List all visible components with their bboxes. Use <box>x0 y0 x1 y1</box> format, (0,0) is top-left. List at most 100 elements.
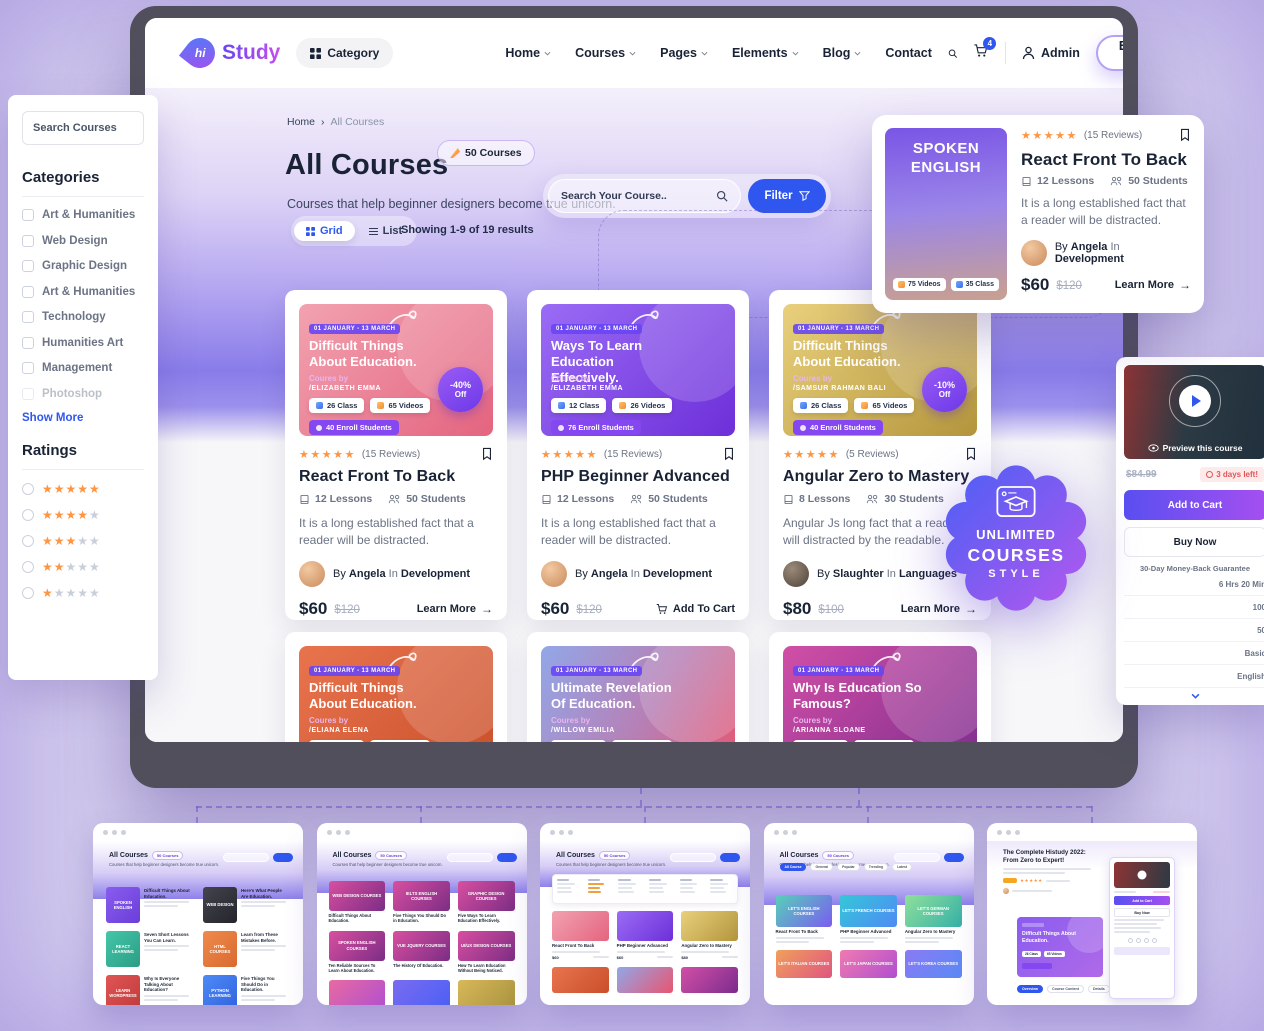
add-to-cart-link[interactable]: Add To Cart <box>656 603 735 615</box>
mini-search-input[interactable] <box>223 853 269 862</box>
mini-tab[interactable]: Details <box>1088 985 1110 993</box>
mini-add-to-cart[interactable]: Add to Cart <box>1114 896 1170 905</box>
mini-course-row[interactable]: REACT LEARNING Seven Short Lessons You C… <box>106 931 193 967</box>
expand-button[interactable] <box>1124 693 1264 699</box>
course-poster[interactable]: 01 JANUARY - 13 MARCH Difficult Things A… <box>299 304 493 436</box>
learn-more-link[interactable]: Learn More→ <box>417 602 493 616</box>
page-thumbnail-1[interactable]: All Courses 50 Courses Courses that help… <box>93 823 303 1005</box>
rating-filter-3[interactable]: ★★★★★ <box>22 534 144 548</box>
mini-filter-pill[interactable]: General <box>810 863 833 871</box>
category-checkbox[interactable]: Humanities Art <box>22 337 144 349</box>
mini-course-cell[interactable]: LET'S FRENCH COURSES PHP Beginner Advanc… <box>840 895 897 943</box>
mini-course-row[interactable]: HTML COURSES Learn from These Mistakes B… <box>203 931 290 967</box>
mini-course-cell[interactable] <box>393 980 450 1005</box>
nav-elements[interactable]: Elements <box>732 46 799 60</box>
rating-filter-2[interactable]: ★★★★★ <box>22 560 144 574</box>
page-thumbnail-3[interactable]: All Courses 50 Courses Courses that help… <box>540 823 750 1005</box>
course-title[interactable]: PHP Beginner Advanced <box>541 468 735 486</box>
category-checkbox[interactable]: Art & Humanities <box>22 209 144 221</box>
category-checkbox[interactable]: Technology <box>22 311 144 323</box>
sidebar-search-input[interactable]: Search Courses <box>22 111 144 145</box>
rating-filter-4[interactable]: ★★★★★ <box>22 508 144 522</box>
add-to-cart-button[interactable]: Add to Cart <box>1124 490 1264 520</box>
mini-course-cell[interactable] <box>458 980 515 1005</box>
course-poster[interactable]: 01 JANUARY - 13 MARCH Ultimate Revelatio… <box>541 646 735 742</box>
course-card-4[interactable]: 01 JANUARY - 13 MARCH Difficult Things A… <box>285 632 507 742</box>
bookmark-icon[interactable] <box>723 447 735 461</box>
mini-filter-button[interactable] <box>273 853 293 862</box>
play-button[interactable] <box>1179 385 1211 417</box>
mini-search-input[interactable] <box>447 853 493 862</box>
nav-blog[interactable]: Blog <box>823 46 862 60</box>
mini-course-cell[interactable]: GRAPHIC DESIGN COURSES Five Ways To Lear… <box>458 881 515 924</box>
learn-more-link[interactable]: Learn More→ <box>1115 278 1191 292</box>
category-checkbox[interactable]: Management <box>22 362 144 374</box>
mini-course-cell[interactable]: WEB DESIGN COURSES Difficult Things Abou… <box>329 881 386 924</box>
show-more-link[interactable]: Show More <box>22 412 83 424</box>
mini-course-row[interactable]: PYTHON LEARNING Five Things You Should D… <box>203 975 290 1005</box>
mini-course-row[interactable]: SPOKEN ENGLISH Difficult Things About Ed… <box>106 887 193 923</box>
mini-course-cell[interactable]: UI/UX DESIGN COURSES How To Learn Educat… <box>458 931 515 974</box>
course-poster[interactable]: 01 JANUARY - 13 MARCH Difficult Things A… <box>783 304 977 436</box>
mini-filter-pill[interactable]: All Course <box>780 863 807 871</box>
course-title[interactable]: React Front To Back <box>1021 150 1191 170</box>
rating-filter-1[interactable]: ★★★★★ <box>22 586 144 600</box>
nav-courses[interactable]: Courses <box>575 46 636 60</box>
category-checkbox[interactable]: Art & Humanities <box>22 286 144 298</box>
category-checkbox[interactable]: Photoshop <box>22 388 144 400</box>
nav-pages[interactable]: Pages <box>660 46 708 60</box>
category-checkbox[interactable]: Graphic Design <box>22 260 144 272</box>
mini-tab[interactable]: Course Content <box>1047 985 1084 993</box>
course-poster[interactable]: 01 JANUARY - 13 MARCH Why Is Education S… <box>783 646 977 742</box>
logo[interactable]: hi Study <box>185 38 280 68</box>
mini-filter-pill[interactable]: Trending <box>864 863 888 871</box>
rating-filter-5[interactable]: ★★★★★ <box>22 482 144 496</box>
mini-course-cell[interactable]: IELTS ENGLISH COURSES Five Things You Sh… <box>393 881 450 924</box>
bookmark-icon[interactable] <box>481 447 493 461</box>
mini-course-cell[interactable]: LET'S GERMAN COURSES Angular Zero to Mas… <box>905 895 962 943</box>
mini-buy-now[interactable]: Buy Now <box>1114 908 1170 917</box>
course-card-2[interactable]: 01 JANUARY - 13 MARCH Ways To Learn Educ… <box>527 290 749 620</box>
category-button[interactable]: Category <box>296 38 393 68</box>
mini-filter-button[interactable] <box>497 853 517 862</box>
mini-secondary-button[interactable] <box>1114 947 1170 955</box>
bookmark-icon[interactable] <box>1179 128 1191 142</box>
mini-filter-button[interactable] <box>944 853 964 862</box>
mini-filter-pill[interactable]: Popular <box>837 863 860 871</box>
mini-tab[interactable]: Overview <box>1017 985 1043 993</box>
course-card-5[interactable]: 01 JANUARY - 13 MARCH Ultimate Revelatio… <box>527 632 749 742</box>
mini-course-cell[interactable]: Angular Zero to Mastery $80 <box>681 911 738 960</box>
mini-banner[interactable]: Difficult Things About Education. 26 Cla… <box>1017 917 1103 977</box>
search-input[interactable]: Search Your Course.. <box>548 179 741 213</box>
mini-course-cell[interactable]: SPOKEN ENGLISH COURSES Ten Reliable Sour… <box>329 931 386 974</box>
course-poster[interactable]: 01 JANUARY - 13 MARCH Difficult Things A… <box>299 646 493 742</box>
search-icon[interactable] <box>948 46 957 61</box>
category-checkbox[interactable]: Web Design <box>22 235 144 247</box>
mini-course-row[interactable]: LEARN WORDPRESS Why Is Everyone Talking … <box>106 975 193 1005</box>
mini-course-cell[interactable]: LET'S ENGLISH COURSES React Front To Bac… <box>776 895 833 943</box>
course-video-preview[interactable]: Preview this course <box>1124 365 1264 459</box>
mini-course-cell[interactable] <box>329 980 386 1005</box>
mini-course-row[interactable]: WEB DESIGN Here's What People Are Educat… <box>203 887 290 923</box>
admin-menu[interactable]: Admin <box>1022 46 1080 60</box>
mini-video[interactable] <box>1114 862 1170 888</box>
enroll-now-button[interactable]: Enroll Now <box>1096 35 1123 71</box>
mini-course-cell[interactable]: React Front To Back $60 <box>552 911 609 960</box>
mini-course-cell[interactable]: PHP Beginner Advanced $60 <box>617 911 674 960</box>
mini-course-cell[interactable]: VUE JQUERY COURSES The History Of Educat… <box>393 931 450 974</box>
breadcrumb-home[interactable]: Home <box>287 116 315 128</box>
filter-button[interactable]: Filter <box>748 179 826 213</box>
course-title[interactable]: React Front To Back <box>299 468 493 486</box>
nav-home[interactable]: Home <box>505 46 551 60</box>
preview-label[interactable]: Preview this course <box>1124 443 1264 453</box>
page-thumbnail-5[interactable]: The Complete Histudy 2022: From Zero to … <box>987 823 1197 1005</box>
mini-filter-pill[interactable]: Latest <box>892 863 912 871</box>
course-card-6[interactable]: 01 JANUARY - 13 MARCH Why Is Education S… <box>769 632 991 742</box>
cart-button[interactable]: 4 <box>973 43 989 63</box>
page-thumbnail-2[interactable]: All Courses 50 Courses Courses that help… <box>317 823 527 1005</box>
mini-search-input[interactable] <box>670 853 716 862</box>
page-thumbnail-4[interactable]: All Courses 50 Courses Courses that help… <box>764 823 974 1005</box>
buy-now-button[interactable]: Buy Now <box>1124 527 1264 557</box>
course-card-1[interactable]: 01 JANUARY - 13 MARCH Difficult Things A… <box>285 290 507 620</box>
grid-view-button[interactable]: Grid <box>294 221 355 241</box>
